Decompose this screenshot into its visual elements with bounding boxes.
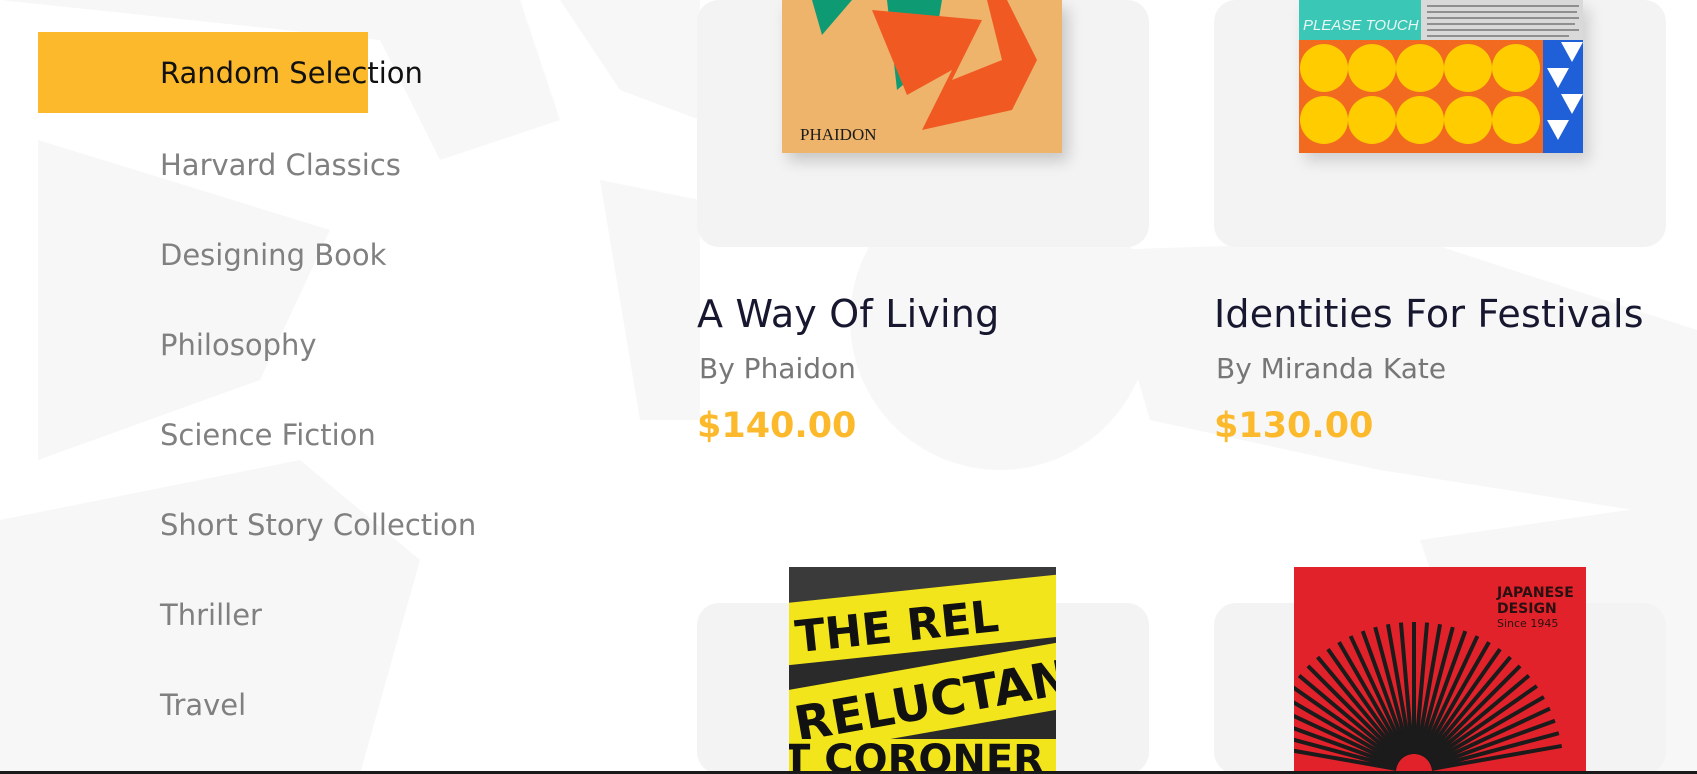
cover-publisher-text: PHAIDON: [800, 125, 877, 144]
category-label: Travel: [160, 688, 247, 722]
category-travel[interactable]: Travel: [0, 665, 560, 745]
category-label: Thriller: [160, 598, 262, 632]
product-card[interactable]: PLEASE TOUCH Identities For Festivals By…: [1214, 0, 1666, 460]
category-label: Short Story Collection: [160, 508, 477, 542]
product-card[interactable]: THE REL RELUCTANT T CORONER: [697, 567, 1149, 774]
category-label: Science Fiction: [160, 418, 376, 452]
book-cover[interactable]: JAPANESE DESIGN Since 1945: [1294, 567, 1586, 774]
book-price: $130.00: [1214, 406, 1374, 446]
book-title[interactable]: A Way Of Living: [697, 292, 999, 336]
book-price: $140.00: [697, 406, 857, 446]
cover-tape-text-bottom: T CORONER: [789, 737, 1044, 774]
product-card[interactable]: JAPANESE DESIGN Since 1945: [1214, 567, 1666, 774]
category-label: Designing Book: [160, 238, 387, 272]
book-cover[interactable]: THE REL RELUCTANT T CORONER: [789, 567, 1056, 774]
category-random-selection[interactable]: Random Selection: [0, 32, 560, 113]
book-author: By Phaidon: [699, 352, 856, 385]
category-philosophy[interactable]: Philosophy: [0, 305, 560, 385]
category-short-story-collection[interactable]: Short Story Collection: [0, 485, 560, 565]
book-title[interactable]: Identities For Festivals: [1214, 292, 1644, 336]
category-sidebar: Random Selection Harvard Classics Design…: [0, 0, 620, 774]
cover-title-text: PLEASE TOUCH: [1303, 17, 1419, 34]
category-label: Philosophy: [160, 328, 317, 362]
category-harvard-classics[interactable]: Harvard Classics: [0, 125, 560, 205]
category-thriller[interactable]: Thriller: [0, 575, 560, 655]
category-science-fiction[interactable]: Science Fiction: [0, 395, 560, 475]
book-author: By Miranda Kate: [1216, 352, 1447, 385]
cover-subtitle-text: Since 1945: [1497, 617, 1558, 630]
category-designing-book[interactable]: Designing Book: [0, 215, 560, 295]
category-label: Random Selection: [160, 55, 423, 90]
book-cover[interactable]: PHAIDON: [782, 0, 1062, 153]
book-cover[interactable]: PLEASE TOUCH: [1299, 0, 1583, 153]
product-card[interactable]: PHAIDON A Way Of Living By Phaidon $140.…: [697, 0, 1149, 460]
category-label: Harvard Classics: [160, 148, 401, 182]
